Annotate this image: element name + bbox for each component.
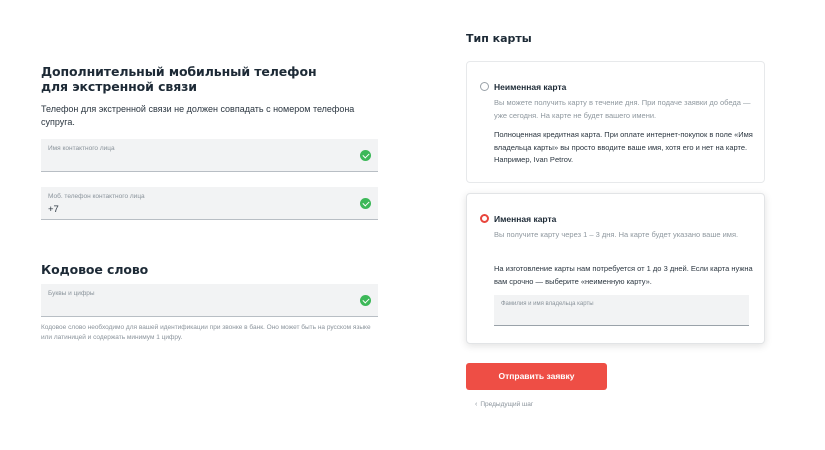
previous-step-link[interactable]: ‹ Предыдущий шаг (475, 401, 533, 408)
contact-name-field[interactable]: Имя контактного лица (41, 139, 378, 172)
emergency-phone-description: Телефон для экстренной связи не должен с… (41, 104, 355, 127)
chevron-left-icon: ‹ (475, 401, 478, 408)
codeword-field[interactable]: Буквы и цифры (41, 284, 378, 317)
card-option-note: Вы можете получить карту в течение дня. … (494, 98, 751, 120)
check-circle-icon (360, 198, 371, 209)
card-option-title: Именная карта (494, 214, 557, 224)
card-option-note: Вы получите карту через 1 – 3 дня. На ка… (494, 230, 739, 239)
card-option-personal[interactable]: Именная карта Вы получите карту через 1 … (466, 193, 765, 344)
card-option-body: Полноценная кредитная карта. При оплате … (494, 130, 753, 164)
card-option-nonpersonal[interactable]: Неименная карта Вы можете получить карту… (466, 61, 765, 183)
check-circle-icon (360, 295, 371, 306)
cardholder-name-input[interactable]: Фамилия и имя владельца карты (494, 295, 749, 326)
card-type-heading: Тип карты (466, 32, 532, 45)
contact-name-label: Имя контактного лица (48, 145, 115, 152)
codeword-label: Буквы и цифры (48, 290, 95, 297)
contact-phone-field[interactable]: Моб. телефон контактного лица +7 (41, 187, 378, 220)
radio-button-selected[interactable] (480, 214, 489, 223)
check-circle-icon (360, 150, 371, 161)
contact-phone-value: +7 (48, 204, 59, 215)
card-option-body: На изготовление карты нам потребуется от… (494, 264, 753, 286)
codeword-hint: Кодовое слово необходимо для вашей идент… (41, 324, 371, 341)
emergency-phone-heading: Дополнительный мобильный телефон для экс… (41, 64, 317, 94)
submit-application-button[interactable]: Отправить заявку (466, 363, 607, 390)
codeword-heading: Кодовое слово (41, 262, 149, 277)
radio-button[interactable] (480, 82, 489, 91)
card-option-title: Неименная карта (494, 82, 567, 92)
contact-phone-label: Моб. телефон контактного лица (48, 193, 145, 200)
previous-step-label: Предыдущий шаг (480, 401, 534, 408)
cardholder-name-label: Фамилия и имя владельца карты (501, 301, 594, 307)
